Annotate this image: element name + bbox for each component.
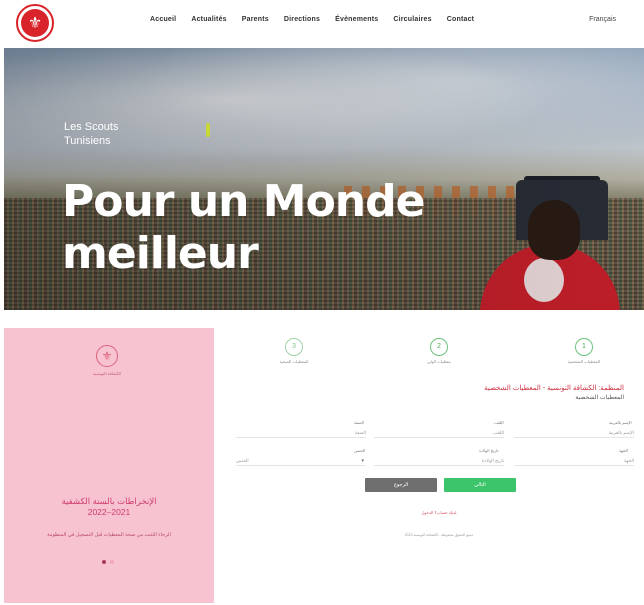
form-subheading: المعطيات الشخصية [575,395,624,401]
chevron-down-icon: ▾ [361,458,364,464]
registration-panel: ⚜ الكشافة التونسية الإنخراطات بالسنة الك… [4,328,214,603]
login-link[interactable]: لديك حساب؟ الدخول [394,510,484,515]
nav-link-parents[interactable]: Parents [242,16,269,23]
hero-title: Pour un Monde meilleur [62,176,425,279]
emblem-label: الكشافة التونسية [92,371,122,376]
step-2-label: معطيات الولي [427,359,451,364]
step-2-circle: 2 [430,338,448,356]
field-label-region: الجهة [619,448,628,453]
carousel-dot[interactable] [110,560,114,564]
language-switch[interactable]: Français [589,16,616,23]
region-select[interactable]: الجهة [514,456,634,466]
next-button[interactable]: التالي [444,478,516,492]
back-button[interactable]: الرجوع [365,478,437,492]
nav-link-directions[interactable]: Directions [284,16,320,23]
field-label-surname: اللقب [494,420,504,425]
step-3-label: المعطيات الصحية [279,359,309,364]
nav-link-contact[interactable]: Contact [447,16,474,23]
main-nav: Accueil Actualités Parents Directions Év… [150,16,474,23]
field-label-arabic-name: الإسم بالعربية [609,420,632,425]
region-value: الجهة [623,458,634,463]
birthdate-input[interactable]: تاريخ الولادة [374,456,504,466]
nav-link-accueil[interactable]: Accueil [150,16,176,23]
registration-title-year: 2022–2021 [87,507,131,517]
role-input[interactable]: الصفة [236,428,366,438]
form-heading: المنظمة: الكشافة التونسية - المعطيات الش… [484,385,624,392]
registration-description: الرجاء التثبت من صحة المعطيات قبل التسجي… [47,532,171,538]
carousel-dot-active[interactable] [102,560,106,564]
step-1[interactable]: 1 المعطيات الشخصية [549,338,619,364]
hero-subtitle: Les Scouts Tunisiens [64,121,119,147]
carousel-dots [96,560,120,566]
nav-link-circulaires[interactable]: Circulaires [393,16,431,23]
nav-link-evenements[interactable]: Évènements [335,16,378,23]
step-3[interactable]: 3 المعطيات الصحية [259,338,329,364]
hero-banner: Les Scouts Tunisiens Pour un Monde meill… [4,48,644,310]
gender-select[interactable]: الجنس ▾ [236,456,366,466]
registration-title-line1: الإنخراطات بالسنة الكشفية [61,496,157,506]
scouts-emblem-icon: ⚜ [96,345,118,367]
arabic-name-input[interactable]: الإسم بالعربية [514,428,634,438]
step-3-circle: 3 [285,338,303,356]
nav-link-actualites[interactable]: Actualités [191,16,226,23]
registration-title: الإنخراطات بالسنة الكشفية 2022–2021 [24,496,194,518]
registration-form: 3 المعطيات الصحية 2 معطيات الولي 1 المعط… [214,328,644,603]
fleur-de-lis-icon: ⚜ [21,9,49,37]
step-2[interactable]: 2 معطيات الولي [404,338,474,364]
scouts-logo[interactable]: ⚜ [16,4,54,42]
field-label-gender: الجنس [354,448,366,453]
hero-accent-mark [206,123,210,137]
top-navbar: ⚜ Accueil Actualités Parents Directions … [0,0,644,48]
field-label-birthdate: تاريخ الولادة [479,448,499,453]
surname-input[interactable]: اللقب [374,428,504,438]
step-1-label: المعطيات الشخصية [567,359,601,364]
field-label-role: الصفة [354,420,364,425]
gender-value: الجنس [236,458,249,463]
footer-note: جميع الحقوق محفوظة - الكشافة التونسية 20… [404,533,474,537]
step-1-circle: 1 [575,338,593,356]
